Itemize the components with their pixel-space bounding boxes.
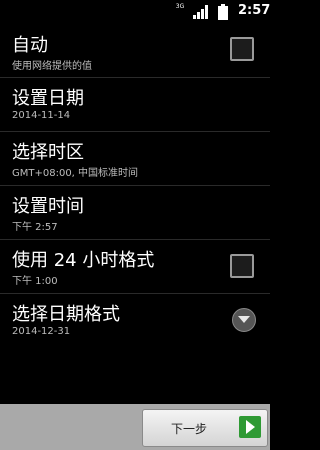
network-indicator: 3G xyxy=(175,3,185,10)
setting-subtitle: 使用网络提供的值 xyxy=(12,61,92,72)
setting-title: 选择日期格式 xyxy=(12,304,120,325)
setting-subtitle: 2014-11-14 xyxy=(12,110,71,121)
signal-icon xyxy=(193,5,208,19)
setting-24h-format[interactable]: 使用 24 小时格式 下午 1:00 xyxy=(0,240,270,294)
setting-title: 选择时区 xyxy=(12,142,84,163)
arrow-right-icon xyxy=(239,416,261,438)
setting-date-format[interactable]: 选择日期格式 2014-12-31 xyxy=(0,294,270,347)
setting-subtitle: 下午 1:00 xyxy=(12,276,58,287)
setting-title: 设置时间 xyxy=(12,196,84,217)
next-button-label: 下一步 xyxy=(171,422,208,436)
setting-title: 自动 xyxy=(12,35,48,56)
date-format-dropdown[interactable] xyxy=(232,308,256,332)
setting-title: 使用 24 小时格式 xyxy=(12,250,155,271)
setting-title: 设置日期 xyxy=(12,88,84,109)
24h-checkbox[interactable] xyxy=(230,254,254,278)
status-time: 2:57 xyxy=(238,3,271,18)
setting-auto[interactable]: 自动 使用网络提供的值 xyxy=(0,25,270,78)
status-bar: 3G 2:57 xyxy=(0,0,270,25)
chevron-down-icon xyxy=(238,316,250,323)
setting-subtitle: 下午 2:57 xyxy=(12,222,58,233)
setting-subtitle: 2014-12-31 xyxy=(12,326,71,337)
battery-icon xyxy=(218,4,228,20)
next-button[interactable]: 下一步 xyxy=(142,409,268,447)
setting-date[interactable]: 设置日期 2014-11-14 xyxy=(0,78,270,132)
setting-subtitle: GMT+08:00, 中国标准时间 xyxy=(12,168,139,179)
setting-time[interactable]: 设置时间 下午 2:57 xyxy=(0,186,270,240)
auto-checkbox[interactable] xyxy=(230,37,254,61)
bottom-bar: 下一步 xyxy=(0,404,270,450)
setting-timezone[interactable]: 选择时区 GMT+08:00, 中国标准时间 xyxy=(0,132,270,186)
